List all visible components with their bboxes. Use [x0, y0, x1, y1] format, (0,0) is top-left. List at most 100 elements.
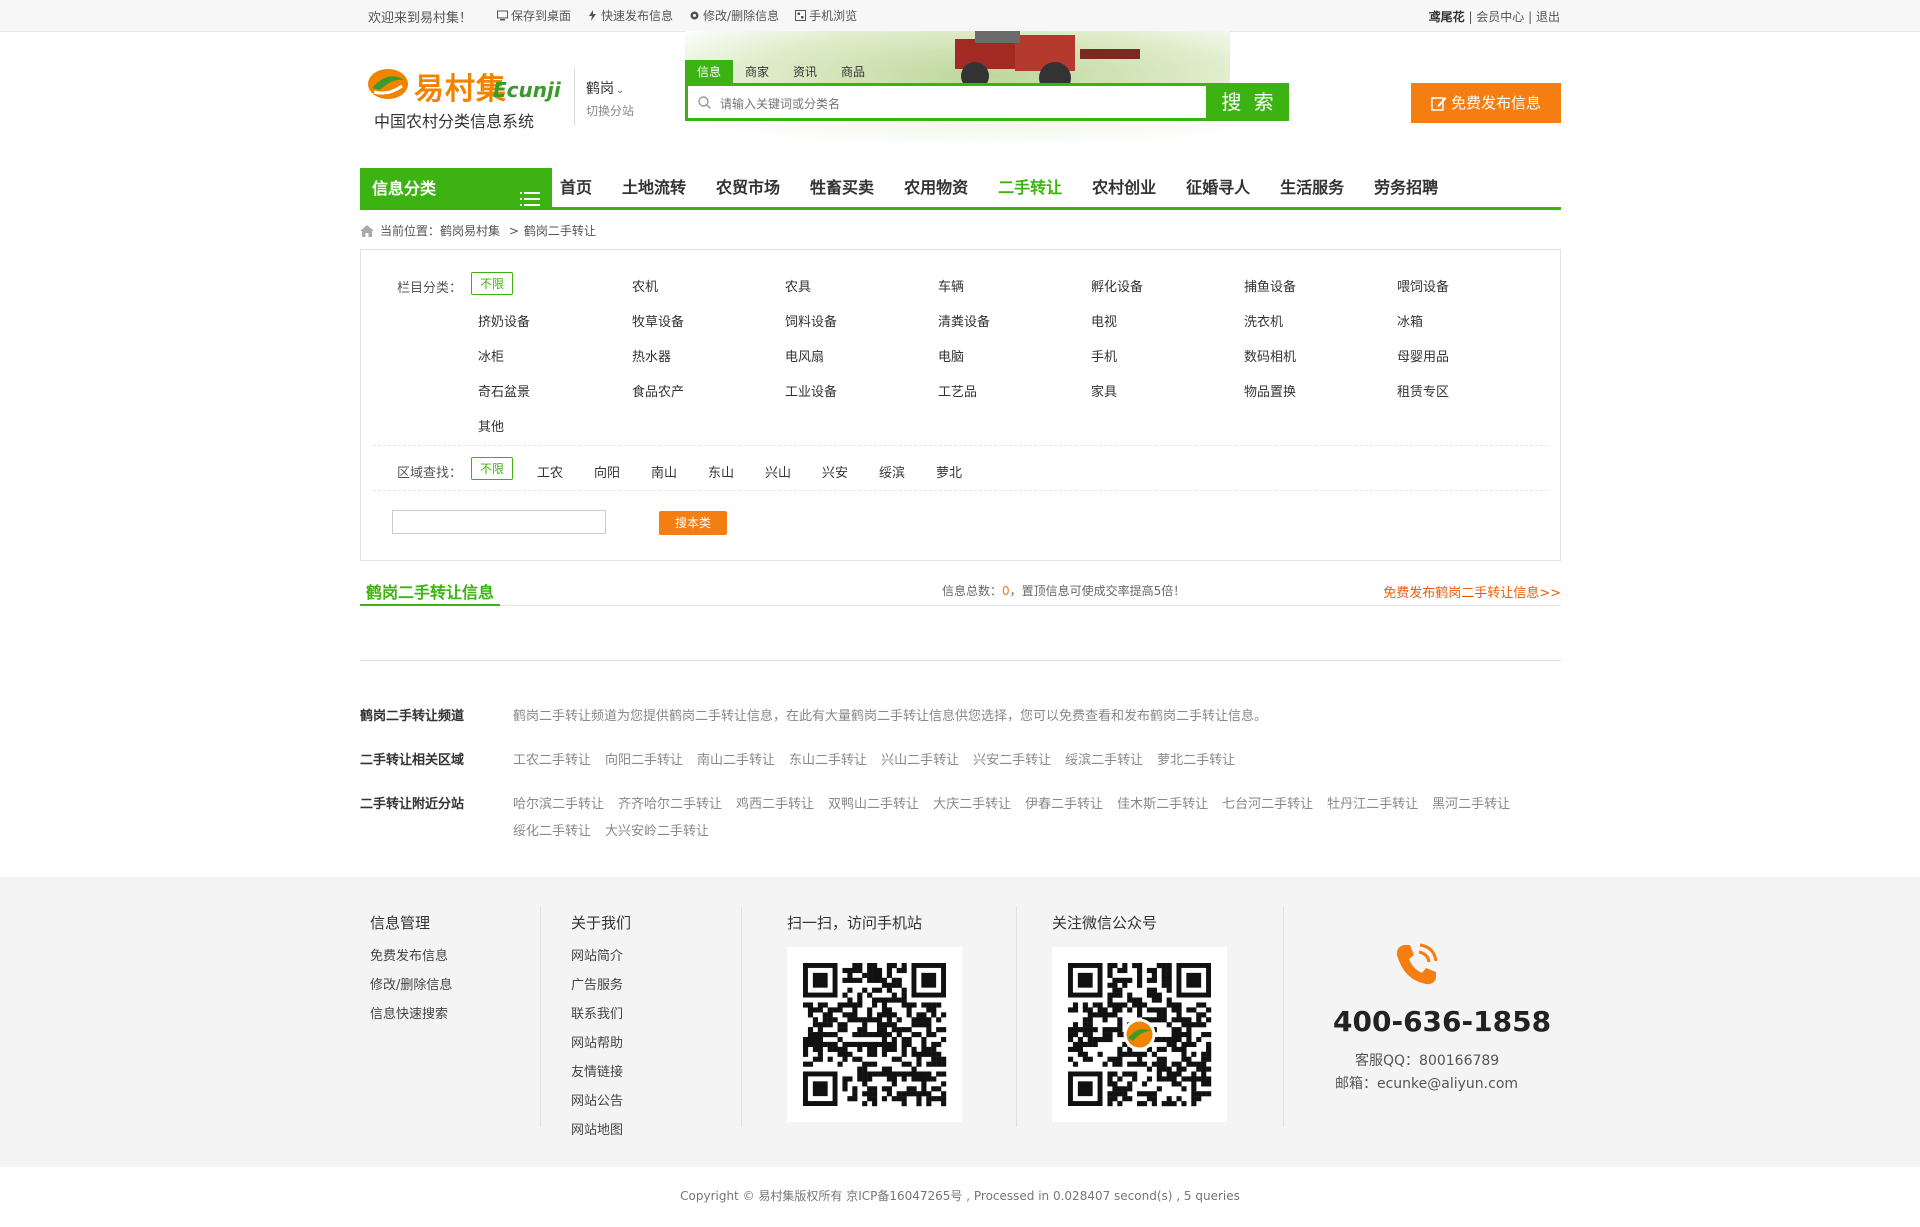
nearby-link[interactable]: 牡丹江二手转让	[1327, 793, 1418, 812]
region-link[interactable]: 向阳二手转让	[605, 749, 683, 768]
nav-services[interactable]: 生活服务	[1280, 168, 1344, 208]
footer-link[interactable]: 友情链接	[571, 1061, 631, 1080]
area-unlimited[interactable]: 不限	[471, 457, 514, 480]
free-post-link[interactable]: 免费发布鹤岗二手转让信息>>	[1383, 582, 1561, 601]
area-item[interactable]: 萝北	[936, 462, 962, 481]
category-item[interactable]: 手机	[1091, 346, 1117, 365]
area-item[interactable]: 向阳	[594, 462, 620, 481]
footer-link[interactable]: 联系我们	[571, 1003, 631, 1022]
area-item[interactable]: 绥滨	[879, 462, 905, 481]
category-item[interactable]: 冰柜	[478, 346, 504, 365]
area-item[interactable]: 工农	[537, 462, 563, 481]
footer-link[interactable]: 网站公告	[571, 1090, 631, 1109]
category-unlimited[interactable]: 不限	[471, 272, 514, 295]
username-link[interactable]: 鸢尾花	[1429, 10, 1465, 24]
region-link[interactable]: 工农二手转让	[513, 749, 591, 768]
category-item[interactable]: 电脑	[938, 346, 964, 365]
category-item[interactable]: 洗衣机	[1244, 311, 1283, 330]
nav-land[interactable]: 土地流转	[622, 168, 686, 208]
quick-post-link[interactable]: 快速发布信息	[587, 7, 673, 24]
search-tab-news[interactable]: 资讯	[781, 60, 829, 83]
breadcrumb-current[interactable]: 鹤岗二手转让	[524, 224, 596, 238]
region-link[interactable]: 兴安二手转让	[973, 749, 1051, 768]
category-item[interactable]: 车辆	[938, 276, 964, 295]
region-link[interactable]: 兴山二手转让	[881, 749, 959, 768]
nav-dating[interactable]: 征婚寻人	[1186, 168, 1250, 208]
region-link[interactable]: 东山二手转让	[789, 749, 867, 768]
nearby-link[interactable]: 七台河二手转让	[1222, 793, 1313, 812]
search-tab-info[interactable]: 信息	[685, 60, 734, 83]
nav-secondhand[interactable]: 二手转让	[998, 168, 1062, 208]
category-item[interactable]: 其他	[478, 416, 504, 435]
nearby-link[interactable]: 伊春二手转让	[1025, 793, 1103, 812]
nearby-link[interactable]: 齐齐哈尔二手转让	[618, 793, 722, 812]
category-item[interactable]: 孵化设备	[1091, 276, 1143, 295]
area-item[interactable]: 东山	[708, 462, 734, 481]
switch-city-link[interactable]: 切换分站	[586, 102, 634, 119]
nav-livestock[interactable]: 牲畜买卖	[810, 168, 874, 208]
nearby-link[interactable]: 大庆二手转让	[933, 793, 1011, 812]
nav-jobs[interactable]: 劳务招聘	[1374, 168, 1438, 208]
area-item[interactable]: 兴安	[822, 462, 848, 481]
category-item[interactable]: 清粪设备	[938, 311, 990, 330]
category-item[interactable]: 食品农产	[632, 381, 684, 400]
footer-link[interactable]: 网站简介	[571, 945, 631, 964]
city-select[interactable]: 鹤岗 ⌄	[586, 78, 624, 98]
category-item[interactable]: 租赁专区	[1397, 381, 1449, 400]
category-item[interactable]: 挤奶设备	[478, 311, 530, 330]
category-item[interactable]: 热水器	[632, 346, 671, 365]
nearby-link[interactable]: 双鸭山二手转让	[828, 793, 919, 812]
category-item[interactable]: 饲料设备	[785, 311, 837, 330]
category-item[interactable]: 农具	[785, 276, 811, 295]
search-button[interactable]: 搜 索	[1209, 83, 1289, 121]
edit-delete-link[interactable]: 修改/删除信息	[689, 7, 779, 24]
footer-link[interactable]: 信息快速搜索	[370, 1003, 452, 1022]
logo-en[interactable]: Ecunji	[493, 78, 561, 102]
keyword-input[interactable]	[392, 510, 606, 534]
category-item[interactable]: 数码相机	[1244, 346, 1296, 365]
breadcrumb-home-link[interactable]: 鹤岗易村集	[440, 224, 500, 238]
nearby-link[interactable]: 黑河二手转让	[1432, 793, 1510, 812]
nearby-link[interactable]: 哈尔滨二手转让	[513, 793, 604, 812]
nearby-link[interactable]: 佳木斯二手转让	[1117, 793, 1208, 812]
member-center-link[interactable]: 会员中心	[1476, 10, 1524, 24]
category-item[interactable]: 电风扇	[785, 346, 824, 365]
logout-link[interactable]: 退出	[1536, 10, 1560, 24]
nav-market[interactable]: 农贸市场	[716, 168, 780, 208]
footer-link[interactable]: 网站地图	[571, 1119, 631, 1138]
search-tab-merchant[interactable]: 商家	[733, 60, 781, 83]
nearby-link[interactable]: 绥化二手转让	[513, 820, 591, 839]
free-post-button[interactable]: 免费发布信息	[1411, 83, 1561, 123]
category-item[interactable]: 电视	[1091, 311, 1117, 330]
category-item[interactable]: 冰箱	[1397, 311, 1423, 330]
category-item[interactable]: 工业设备	[785, 381, 837, 400]
area-item[interactable]: 兴山	[765, 462, 791, 481]
footer-link[interactable]: 广告服务	[571, 974, 631, 993]
category-menu[interactable]: 信息分类	[360, 168, 552, 210]
category-item[interactable]: 农机	[632, 276, 658, 295]
region-link[interactable]: 南山二手转让	[697, 749, 775, 768]
category-item[interactable]: 母婴用品	[1397, 346, 1449, 365]
category-item[interactable]: 捕鱼设备	[1244, 276, 1296, 295]
mobile-browse-link[interactable]: 手机浏览	[795, 7, 857, 24]
region-link[interactable]: 绥滨二手转让	[1065, 749, 1143, 768]
category-item[interactable]: 家具	[1091, 381, 1117, 400]
nav-home[interactable]: 首页	[560, 168, 592, 208]
category-item[interactable]: 物品置换	[1244, 381, 1296, 400]
category-item[interactable]: 牧草设备	[632, 311, 684, 330]
logo-icon[interactable]	[366, 66, 410, 106]
search-tab-goods[interactable]: 商品	[829, 60, 877, 83]
nav-startup[interactable]: 农村创业	[1092, 168, 1156, 208]
category-item[interactable]: 工艺品	[938, 381, 977, 400]
save-desktop-link[interactable]: 保存到桌面	[497, 7, 571, 24]
search-category-button[interactable]: 搜本类	[659, 511, 727, 535]
category-item[interactable]: 喂饲设备	[1397, 276, 1449, 295]
area-item[interactable]: 南山	[651, 462, 677, 481]
category-item[interactable]: 奇石盆景	[478, 381, 530, 400]
nav-supplies[interactable]: 农用物资	[904, 168, 968, 208]
footer-link[interactable]: 免费发布信息	[370, 945, 452, 964]
nearby-link[interactable]: 鸡西二手转让	[736, 793, 814, 812]
nearby-link[interactable]: 大兴安岭二手转让	[605, 820, 709, 839]
search-input[interactable]	[718, 92, 1082, 116]
region-link[interactable]: 萝北二手转让	[1157, 749, 1235, 768]
